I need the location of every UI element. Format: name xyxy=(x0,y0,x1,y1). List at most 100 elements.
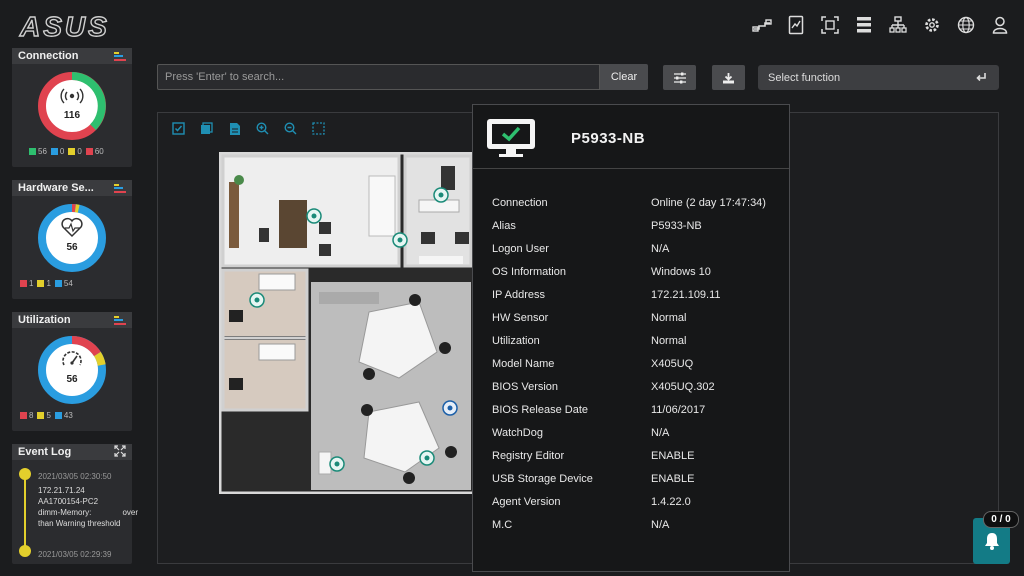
clear-button[interactable]: Clear xyxy=(600,64,648,90)
connection-total: 116 xyxy=(64,110,81,121)
info-value: 1.4.22.0 xyxy=(651,496,691,508)
info-row: Logon User N/A xyxy=(492,243,782,257)
legend-item: 56 xyxy=(20,147,47,156)
user-icon[interactable] xyxy=(990,14,1010,36)
device-marker-icon xyxy=(249,292,265,308)
event-log-header: Event Log xyxy=(12,444,132,460)
hardware-card-header: Hardware Se... xyxy=(12,180,132,196)
info-label: OS Information xyxy=(492,266,566,278)
hardware-total: 56 xyxy=(66,242,78,253)
utilization-card[interactable]: Utilization 56 8 5 43 xyxy=(12,312,132,431)
timeline-line xyxy=(24,474,26,552)
event-log-card: Event Log 2021/03/05 02:30:50 172.21.71.… xyxy=(12,444,138,564)
multi-select-icon[interactable] xyxy=(199,121,214,136)
timeline-dot xyxy=(19,545,31,557)
enter-icon xyxy=(976,73,986,82)
select-all-icon[interactable] xyxy=(171,121,186,136)
info-value: X405UQ.302 xyxy=(651,381,715,393)
info-value: N/A xyxy=(651,427,670,439)
info-value: ENABLE xyxy=(651,473,695,485)
expand-icon[interactable] xyxy=(114,444,126,460)
info-value: Normal xyxy=(651,335,687,347)
info-label: Logon User xyxy=(492,243,549,255)
info-value: 11/06/2017 xyxy=(651,404,706,416)
device-popup-header: P5933-NB xyxy=(473,105,789,169)
info-row: Registry Editor ENABLE xyxy=(492,450,782,464)
select-function-label: Select function xyxy=(768,71,841,84)
scan-icon[interactable] xyxy=(820,14,840,36)
event-desc: than Warning threshold xyxy=(38,519,121,528)
filter-button[interactable] xyxy=(663,65,696,90)
bar-chart-icon xyxy=(114,183,126,193)
notification-count-badge: 0 / 0 xyxy=(983,511,1019,528)
utilization-legend: 8 5 43 xyxy=(20,411,73,420)
info-value: Online (2 day 17:47:34) xyxy=(651,197,766,209)
map-toolbar xyxy=(171,121,326,136)
sliders-icon xyxy=(673,72,686,83)
info-value: N/A xyxy=(651,519,670,531)
info-value: X405UQ xyxy=(651,358,694,370)
download-button[interactable] xyxy=(712,65,745,90)
device-marker-icon xyxy=(392,232,408,248)
device-info-popup: P5933-NB Connection Online (2 day 17:47:3… xyxy=(472,104,790,572)
info-value: N/A xyxy=(651,243,670,255)
info-row: USB Storage Device ENABLE xyxy=(492,473,782,487)
report-icon[interactable] xyxy=(786,14,806,36)
floor-plan[interactable] xyxy=(219,152,475,494)
fit-screen-icon[interactable] xyxy=(311,121,326,136)
link-icon[interactable] xyxy=(752,14,772,36)
event-entry[interactable]: 172.21.71.24 AA1700154-PC2 dimm-Memory: … xyxy=(38,485,138,529)
info-value: Normal xyxy=(651,312,687,324)
hardware-legend: 1 1 54 xyxy=(20,279,73,288)
connection-card-header: Connection xyxy=(12,48,132,64)
info-label: IP Address xyxy=(492,289,545,301)
info-row: IP Address 172.21.109.11 xyxy=(492,289,782,303)
svg-text:ASUS: ASUS xyxy=(19,12,110,40)
bar-chart-icon xyxy=(114,315,126,325)
legend-item: 54 xyxy=(54,279,73,288)
timeline-dot xyxy=(19,468,31,480)
select-function-dropdown[interactable]: Select function xyxy=(758,65,999,90)
zoom-in-icon[interactable] xyxy=(255,121,270,136)
bar-chart-icon xyxy=(114,51,126,61)
info-label: Connection xyxy=(492,197,548,209)
utilization-total: 56 xyxy=(66,374,78,385)
settings-icon[interactable] xyxy=(922,14,942,36)
download-icon xyxy=(723,72,734,83)
connection-donut: 116 xyxy=(38,72,106,140)
connection-card[interactable]: Connection 116 56 0 0 60 xyxy=(12,48,132,167)
list-icon[interactable] xyxy=(854,14,874,36)
device-marker-icon xyxy=(433,187,449,203)
info-label: Model Name xyxy=(492,358,555,370)
zoom-out-icon[interactable] xyxy=(283,121,298,136)
info-row: BIOS Version X405UQ.302 xyxy=(492,381,782,395)
device-name: P5933-NB xyxy=(571,130,646,147)
event-desc: dimm-Memory: xyxy=(38,508,92,517)
info-row: Utilization Normal xyxy=(492,335,782,349)
asus-logo: ASUS xyxy=(18,12,110,40)
info-row: Agent Version 1.4.22.0 xyxy=(492,496,782,510)
hardware-donut: 56 xyxy=(38,204,106,272)
info-row: HW Sensor Normal xyxy=(492,312,782,326)
bell-icon xyxy=(984,533,999,550)
connection-card-title: Connection xyxy=(18,50,79,62)
device-marker-icon xyxy=(442,400,458,416)
legend-item: 0 xyxy=(68,147,82,156)
info-label: WatchDog xyxy=(492,427,543,439)
info-row: M.C N/A xyxy=(492,519,782,533)
header-toolbar xyxy=(752,14,1010,36)
search-input[interactable] xyxy=(157,64,600,90)
event-host: AA1700154-PC2 xyxy=(38,497,99,506)
globe-icon[interactable] xyxy=(956,14,976,36)
info-row: OS Information Windows 10 xyxy=(492,266,782,280)
device-marker-icon xyxy=(306,208,322,224)
legend-item: 5 xyxy=(37,411,51,420)
legend-item: 8 xyxy=(20,411,33,420)
document-icon[interactable] xyxy=(227,121,242,136)
hardware-sensor-card[interactable]: Hardware Se... 56 1 1 54 xyxy=(12,180,132,299)
info-value: P5933-NB xyxy=(651,220,702,232)
info-row: Connection Online (2 day 17:47:34) xyxy=(492,197,782,211)
info-value: ENABLE xyxy=(651,450,695,462)
info-label: Alias xyxy=(492,220,516,232)
sitemap-icon[interactable] xyxy=(888,14,908,36)
